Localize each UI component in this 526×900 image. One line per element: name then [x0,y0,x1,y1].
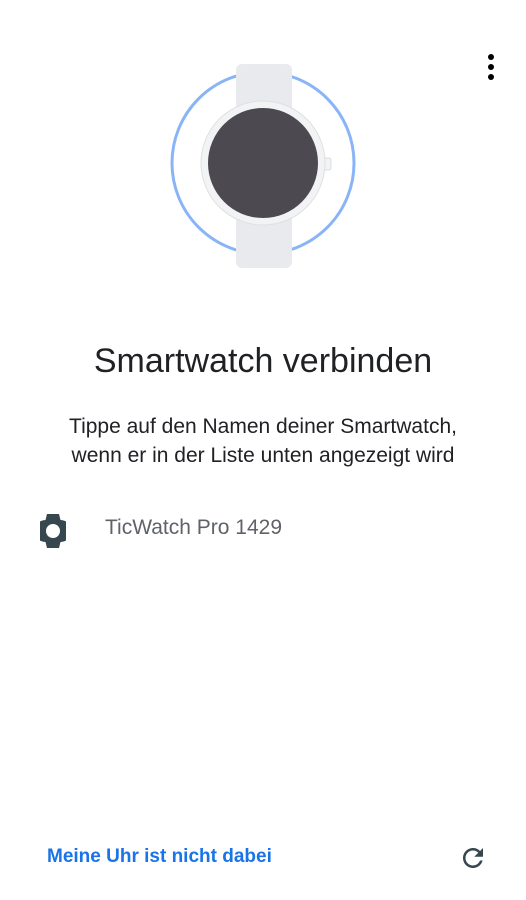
smartwatch-illustration [170,64,356,268]
more-vert-icon[interactable] [478,52,504,82]
menu-dot [488,54,494,60]
device-list-item[interactable]: TicWatch Pro 1429 [0,506,526,554]
watch-not-listed-link[interactable]: Meine Uhr ist nicht dabei [47,846,272,868]
instruction-line-2: wenn er in der Liste unten angezeigt wir… [71,444,455,467]
menu-dot [488,64,494,70]
instruction-line-1: Tippe auf den Namen deiner Smartwatch, [69,415,457,438]
watch-icon [40,514,66,548]
page-title: Smartwatch verbinden [93,342,433,380]
instruction-text: Tippe auf den Namen deiner Smartwatch, w… [20,412,506,470]
refresh-icon[interactable] [458,843,488,873]
watch-face [208,108,318,218]
menu-dot [488,74,494,80]
device-name: TicWatch Pro 1429 [105,516,283,539]
